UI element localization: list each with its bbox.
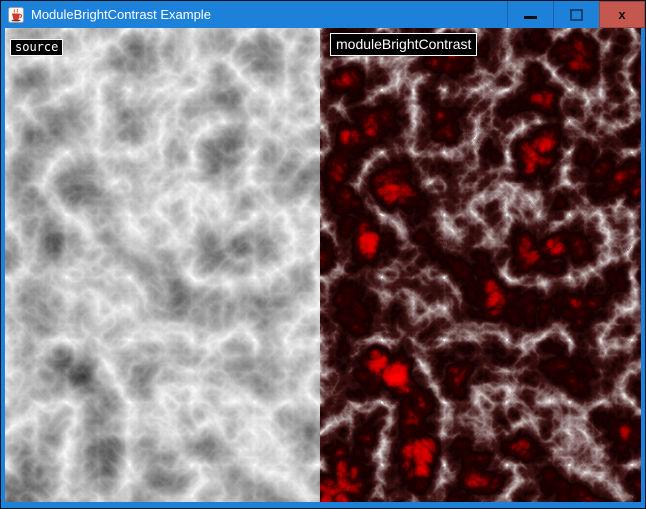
close-button[interactable]: x xyxy=(599,1,645,28)
window-controls: x xyxy=(507,1,645,28)
processed-image xyxy=(320,28,641,502)
processed-image-panel: moduleBrightContrast xyxy=(320,28,641,502)
app-window: ModuleBrightContrast Example x xyxy=(0,0,646,509)
content-area: source moduleBrigh xyxy=(5,28,641,502)
maximize-button[interactable] xyxy=(553,1,599,28)
processed-image-label: moduleBrightContrast xyxy=(330,33,477,56)
minimize-icon xyxy=(524,16,537,19)
source-image-panel: source xyxy=(5,28,320,502)
source-image xyxy=(5,28,320,502)
close-icon: x xyxy=(618,7,625,22)
maximize-icon xyxy=(570,9,583,21)
window-title: ModuleBrightContrast Example xyxy=(31,1,211,28)
minimize-button[interactable] xyxy=(507,1,553,28)
title-bar[interactable]: ModuleBrightContrast Example x xyxy=(1,1,645,28)
java-coffee-cup-icon xyxy=(8,7,24,23)
source-image-label: source xyxy=(10,39,63,56)
